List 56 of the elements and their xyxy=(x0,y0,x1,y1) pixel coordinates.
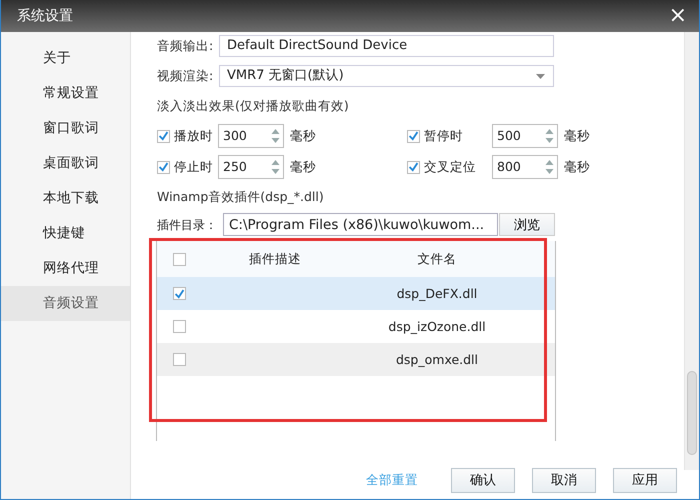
browse-button[interactable]: 浏览 xyxy=(499,213,555,236)
checkbox[interactable] xyxy=(173,287,186,300)
checkbox[interactable] xyxy=(173,320,186,333)
checkbox[interactable] xyxy=(407,130,420,142)
number-field[interactable]: 800 xyxy=(492,155,558,179)
fade-option-label: 暂停时 xyxy=(424,128,464,144)
column-header: 插件描述 xyxy=(249,251,301,266)
number-field[interactable]: 250 xyxy=(218,155,284,179)
fade-option-label: 播放时 xyxy=(174,128,214,144)
checkbox[interactable] xyxy=(407,160,420,174)
sidebar-item[interactable]: 音频设置 xyxy=(1,286,130,321)
sidebar-item[interactable]: 本地下载 xyxy=(1,181,130,216)
scrollbar-thumb[interactable] xyxy=(687,371,697,455)
fade-option-label: 停止时 xyxy=(174,159,214,175)
field-label: 音频输出: xyxy=(157,38,214,54)
fade-option-label: 交叉定位 xyxy=(424,159,477,175)
unit-label: 毫秒 xyxy=(290,159,316,175)
spin-arrows-icon[interactable] xyxy=(271,127,280,145)
dialog-button[interactable]: 取消 xyxy=(532,468,596,492)
number-field[interactable]: 300 xyxy=(218,124,284,148)
section-heading: 淡入淡出效果(仅对播放歌曲有效) xyxy=(157,98,350,114)
close-button[interactable]: × xyxy=(664,5,691,27)
spin-arrows-icon[interactable] xyxy=(545,127,554,145)
checkbox[interactable] xyxy=(173,252,186,266)
dropdown-arrow-icon[interactable] xyxy=(536,74,545,78)
sidebar-item[interactable]: 常规设置 xyxy=(1,76,130,111)
scrollbar[interactable] xyxy=(684,32,699,470)
number-field[interactable]: 500 xyxy=(492,124,558,148)
unit-label: 毫秒 xyxy=(290,128,316,144)
table-cell: dsp_izOzone.dll xyxy=(388,318,486,334)
table-cell: dsp_omxe.dll xyxy=(396,352,478,366)
plugin-path-field[interactable]: C:\Program Files (x86)\kuwo\kuwom... xyxy=(223,213,498,236)
field-label: 插件目录： xyxy=(157,216,218,232)
dialog-button[interactable]: 确认 xyxy=(451,468,515,492)
video-render-dropdown[interactable]: VMR7 无窗口(默认) xyxy=(219,65,554,87)
column-header: 文件名 xyxy=(418,251,456,266)
dialog-button[interactable]: 应用 xyxy=(613,468,677,492)
sidebar-item[interactable]: 快捷键 xyxy=(1,216,130,251)
field-label: 视频渲染: xyxy=(157,68,214,84)
table-cell: dsp_DeFX.dll xyxy=(396,286,478,300)
checkbox[interactable] xyxy=(157,130,170,142)
unit-label: 毫秒 xyxy=(564,128,590,144)
section-heading: Winamp音效插件(dsp_*.dll) xyxy=(157,189,325,205)
sidebar-item[interactable]: 网络代理 xyxy=(1,251,130,286)
plugin-row[interactable]: dsp_DeFX.dll xyxy=(157,277,555,310)
sidebar-item[interactable]: 窗口歌词 xyxy=(1,111,130,146)
sidebar-item[interactable]: 桌面歌词 xyxy=(1,146,130,181)
checkbox[interactable] xyxy=(157,160,170,174)
spin-arrows-icon[interactable] xyxy=(271,158,280,176)
window-title: 系统设置 xyxy=(17,8,73,24)
audio-output-field[interactable]: Default DirectSound Device xyxy=(219,35,554,57)
spin-arrows-icon[interactable] xyxy=(545,158,554,176)
sidebar-item[interactable]: 关于 xyxy=(1,41,130,76)
unit-label: 毫秒 xyxy=(564,159,590,175)
plugin-row[interactable]: dsp_omxe.dll xyxy=(157,343,555,376)
checkbox[interactable] xyxy=(173,353,186,366)
